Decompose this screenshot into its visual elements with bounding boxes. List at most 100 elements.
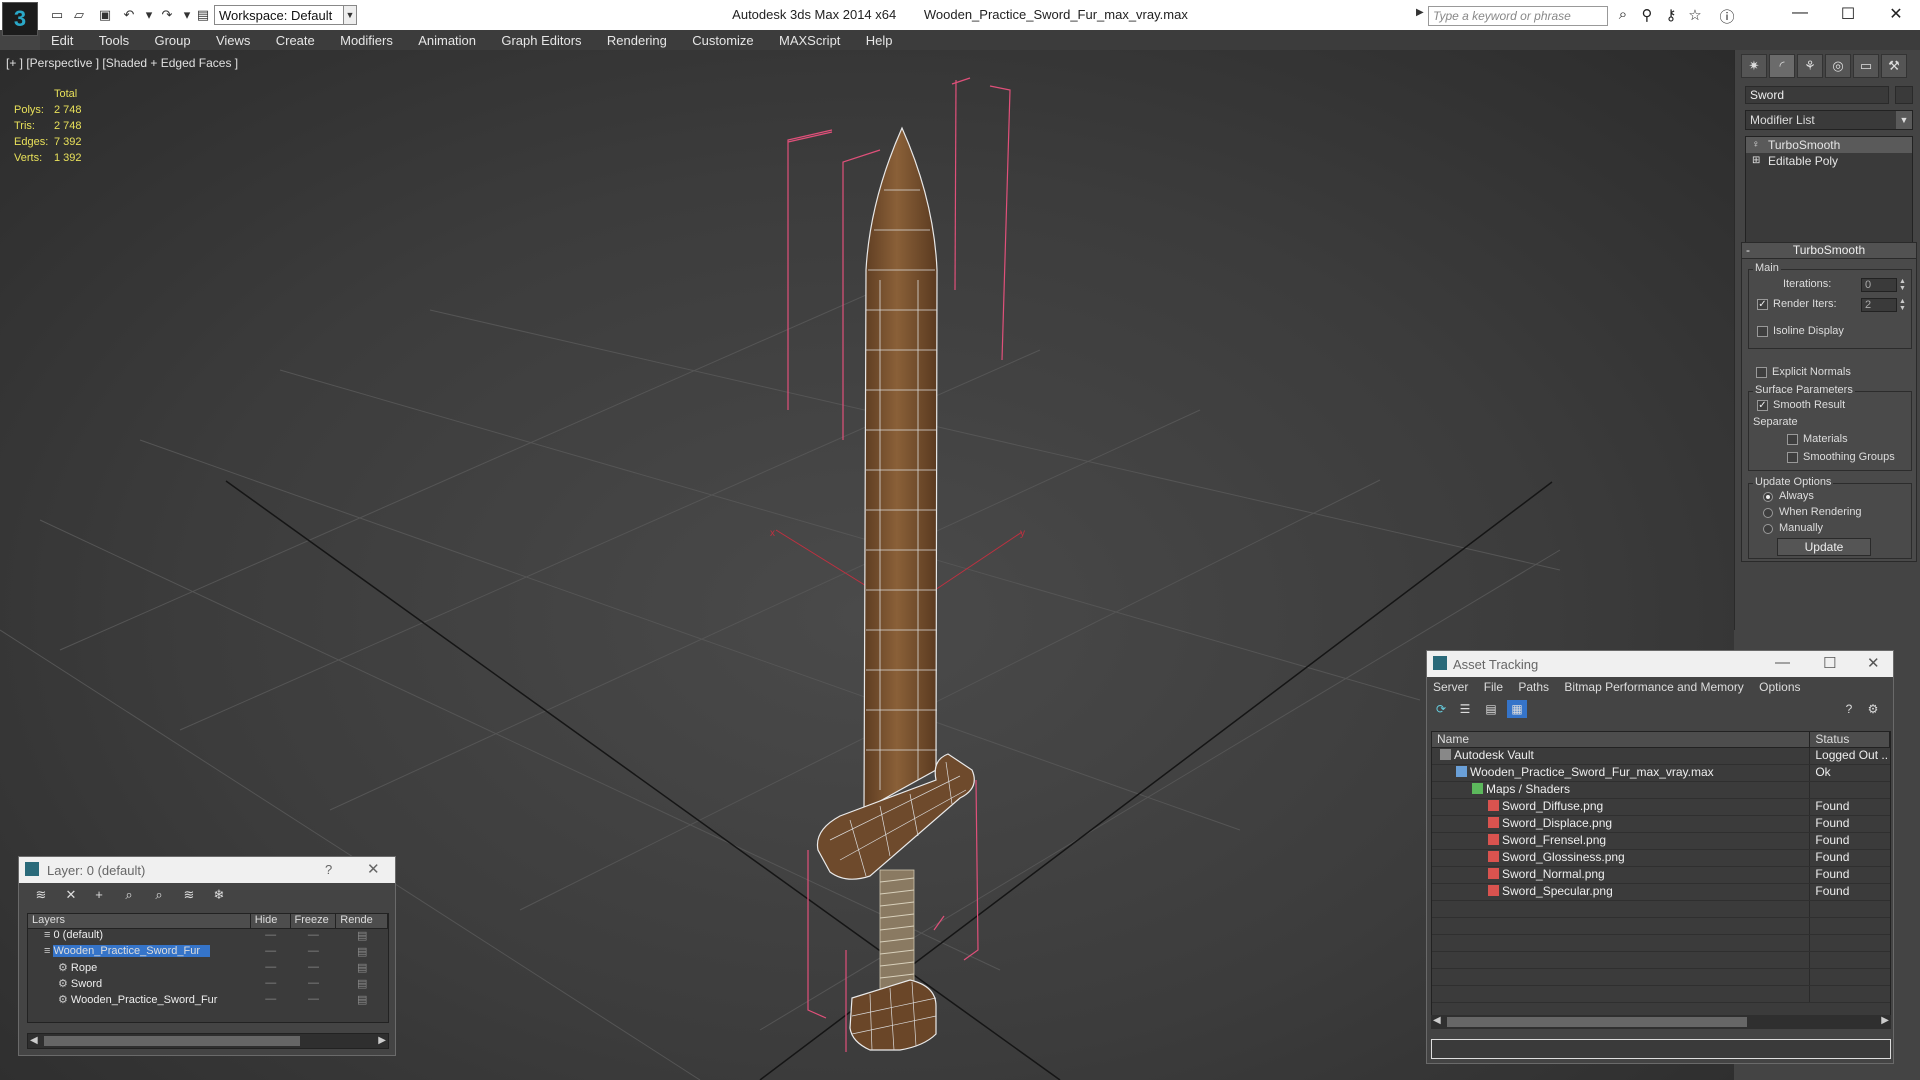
- modify-tab-icon[interactable]: ◜: [1769, 54, 1795, 78]
- undo-dropdown-icon[interactable]: ▾: [140, 6, 158, 24]
- materials-checkbox[interactable]: [1787, 434, 1798, 445]
- table-row[interactable]: Maps / Shaders: [1432, 782, 1890, 799]
- column-hide[interactable]: Hide: [251, 914, 291, 928]
- layer-row[interactable]: ⚙ Rope — — ▤: [28, 961, 388, 977]
- add-to-layer-icon[interactable]: +: [89, 887, 109, 905]
- scrollbar-thumb[interactable]: [44, 1036, 300, 1046]
- table-row[interactable]: Sword_Normal.png Found: [1432, 867, 1890, 884]
- layer-row[interactable]: ≡ Wooden_Practice_Sword_Fur — — ▤: [28, 945, 388, 961]
- isoline-display-checkbox[interactable]: [1757, 326, 1768, 337]
- hide-all-layers-icon[interactable]: ≋: [179, 887, 199, 905]
- stack-item-turbosmooth[interactable]: ♀ TurboSmooth: [1746, 137, 1912, 153]
- hide-toggle[interactable]: —: [251, 945, 291, 961]
- asset-menu-bitmap[interactable]: Bitmap Performance and Memory: [1558, 677, 1749, 694]
- scroll-left-icon[interactable]: ◀: [1433, 1015, 1441, 1026]
- scroll-left-icon[interactable]: ◀: [30, 1035, 38, 1046]
- undo-icon[interactable]: ↶: [120, 6, 138, 24]
- select-in-layer-icon[interactable]: ⌕: [119, 887, 139, 905]
- asset-menu-options[interactable]: Options: [1753, 677, 1806, 694]
- menu-views[interactable]: Views: [205, 30, 261, 48]
- help-icon[interactable]: ⓘ: [1716, 6, 1738, 26]
- hierarchy-tab-icon[interactable]: ⚘: [1797, 54, 1823, 78]
- menu-edit[interactable]: Edit: [40, 30, 84, 48]
- save-file-icon[interactable]: ▣: [96, 6, 114, 24]
- workspace-dropdown-arrow-icon[interactable]: ▼: [343, 5, 357, 25]
- table-row[interactable]: Sword_Displace.png Found: [1432, 816, 1890, 833]
- column-status[interactable]: Status: [1810, 732, 1890, 747]
- menu-group[interactable]: Group: [143, 30, 201, 48]
- object-name-field[interactable]: Sword: [1745, 86, 1889, 104]
- table-row[interactable]: Autodesk Vault Logged Out ..: [1432, 748, 1890, 765]
- asset-menu-paths[interactable]: Paths: [1512, 677, 1555, 694]
- binoculars-icon[interactable]: ⌕: [1612, 6, 1634, 26]
- stack-item-editable-poly[interactable]: ⊞ Editable Poly: [1746, 153, 1912, 169]
- asset-settings-icon[interactable]: ⚙: [1863, 700, 1883, 718]
- app-logo-button[interactable]: 3: [2, 2, 38, 36]
- always-radio[interactable]: [1763, 492, 1773, 502]
- menu-modifiers[interactable]: Modifiers: [329, 30, 404, 48]
- table-row[interactable]: Sword_Glossiness.png Found: [1432, 850, 1890, 867]
- redo-icon[interactable]: ↷: [158, 6, 176, 24]
- search-expand-icon[interactable]: ▶: [1416, 7, 1424, 18]
- column-layers[interactable]: Layers: [28, 914, 251, 928]
- layer-row[interactable]: ⚙ Sword — — ▤: [28, 977, 388, 993]
- motion-tab-icon[interactable]: ◎: [1825, 54, 1851, 78]
- display-tab-icon[interactable]: ▭: [1853, 54, 1879, 78]
- render-iters-checkbox[interactable]: ✓: [1757, 299, 1768, 310]
- highlight-selected-icon[interactable]: ⌕: [149, 887, 169, 905]
- new-file-icon[interactable]: ▭: [48, 6, 66, 24]
- manually-radio[interactable]: [1763, 524, 1773, 534]
- column-render[interactable]: Rende: [336, 914, 388, 928]
- menu-rendering[interactable]: Rendering: [596, 30, 678, 48]
- create-tab-icon[interactable]: ✷: [1741, 54, 1767, 78]
- smoothing-groups-checkbox[interactable]: [1787, 452, 1798, 463]
- render-toggle-icon[interactable]: ▤: [336, 977, 388, 993]
- layer-window-titlebar[interactable]: Layer: 0 (default) ? ✕: [19, 857, 395, 883]
- minimize-button[interactable]: —: [1780, 4, 1820, 26]
- render-iters-spinner[interactable]: 2: [1861, 298, 1897, 312]
- iterations-spinner[interactable]: 0: [1861, 278, 1897, 292]
- scroll-right-icon[interactable]: ▶: [1881, 1015, 1889, 1026]
- collapse-icon[interactable]: -: [1746, 243, 1750, 257]
- freeze-toggle[interactable]: —: [291, 961, 337, 977]
- layer-horizontal-scrollbar[interactable]: ◀ ▶: [27, 1033, 389, 1049]
- spinner-arrows-icon[interactable]: ▲ ▼: [1899, 278, 1907, 292]
- asset-minimize-button[interactable]: —: [1775, 654, 1790, 671]
- freeze-toggle[interactable]: —: [291, 929, 337, 945]
- menu-customize[interactable]: Customize: [681, 30, 764, 48]
- render-toggle-icon[interactable]: ▤: [336, 993, 388, 1009]
- update-button[interactable]: Update: [1777, 538, 1871, 556]
- rollout-header[interactable]: - TurboSmooth: [1742, 243, 1916, 259]
- chevron-down-icon[interactable]: ▼: [1896, 111, 1912, 129]
- refresh-icon[interactable]: ⟳: [1431, 700, 1451, 718]
- asset-horizontal-scrollbar[interactable]: ◀ ▶: [1431, 1015, 1891, 1029]
- open-file-icon[interactable]: ▱: [70, 6, 88, 24]
- expand-plus-icon[interactable]: ⊞: [1752, 155, 1760, 166]
- thumbnail-view-icon[interactable]: ▤: [1481, 700, 1501, 718]
- hide-toggle[interactable]: —: [251, 993, 291, 1009]
- table-row[interactable]: Sword_Diffuse.png Found: [1432, 799, 1890, 816]
- subscription-icon[interactable]: ⚲: [1636, 6, 1658, 26]
- freeze-all-layers-icon[interactable]: ❄: [209, 887, 229, 905]
- maximize-button[interactable]: ☐: [1828, 4, 1868, 26]
- viewport-label[interactable]: [+ ] [Perspective ] [Shaded + Edged Face…: [6, 56, 238, 70]
- layer-help-button[interactable]: ?: [325, 862, 332, 877]
- layer-row[interactable]: ≡ 0 (default) — — ▤: [28, 929, 388, 945]
- object-color-swatch[interactable]: [1895, 86, 1913, 104]
- asset-tracking-titlebar[interactable]: Asset Tracking — ☐ ✕: [1427, 651, 1893, 677]
- asset-help-icon[interactable]: ?: [1839, 700, 1859, 718]
- hide-toggle[interactable]: —: [251, 961, 291, 977]
- search-input[interactable]: Type a keyword or phrase: [1428, 6, 1608, 26]
- menu-maxscript[interactable]: MAXScript: [768, 30, 851, 48]
- hide-toggle[interactable]: —: [251, 977, 291, 993]
- column-name[interactable]: Name: [1432, 732, 1811, 747]
- freeze-toggle[interactable]: —: [291, 945, 337, 961]
- freeze-toggle[interactable]: —: [291, 977, 337, 993]
- table-row[interactable]: Sword_Frensel.png Found: [1432, 833, 1890, 850]
- utilities-tab-icon[interactable]: ⚒: [1881, 54, 1907, 78]
- explicit-normals-checkbox[interactable]: [1756, 367, 1767, 378]
- freeze-toggle[interactable]: —: [291, 993, 337, 1009]
- render-toggle-icon[interactable]: ▤: [336, 929, 388, 945]
- asset-menu-file[interactable]: File: [1478, 677, 1509, 694]
- table-row[interactable]: Wooden_Practice_Sword_Fur_max_vray.max Ok: [1432, 765, 1890, 782]
